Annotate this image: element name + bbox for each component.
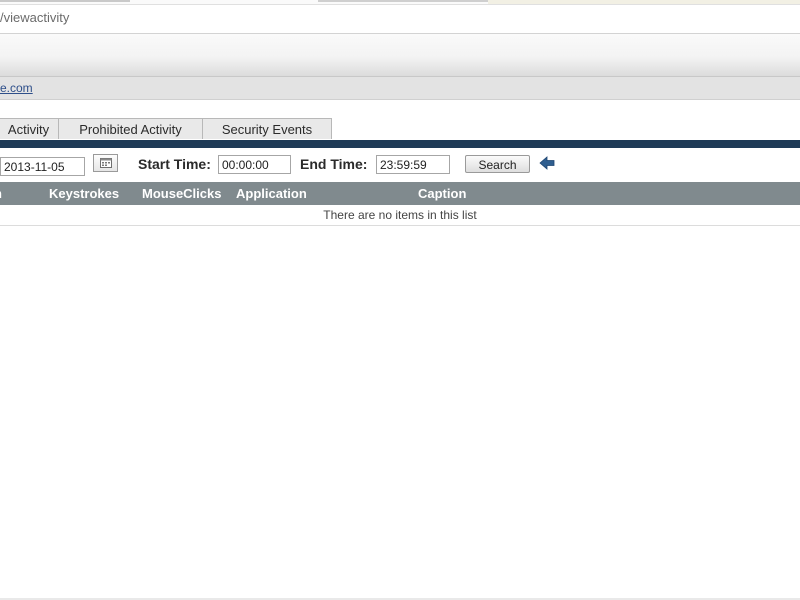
address-text: /viewactivity <box>0 10 70 25</box>
domain-link[interactable]: e.com <box>0 81 33 95</box>
browser-tab-edge <box>0 0 130 2</box>
date-input[interactable] <box>0 157 85 176</box>
end-time-label: End Time: <box>300 156 368 172</box>
tab-security-events[interactable]: Security Events <box>202 118 332 139</box>
table-header: n Keystrokes MouseClicks Application Cap… <box>0 182 800 205</box>
end-time-input[interactable] <box>376 155 450 174</box>
start-time-input[interactable] <box>218 155 291 174</box>
column-header[interactable]: n <box>0 186 2 201</box>
column-header-keystrokes[interactable]: Keystrokes <box>49 186 119 201</box>
filter-row: Start Time: End Time: Search <box>0 148 800 182</box>
search-button[interactable]: Search <box>465 155 530 173</box>
tab-activity[interactable]: Activity <box>0 118 59 139</box>
back-arrow-icon[interactable] <box>539 156 555 170</box>
browser-tab-edge <box>318 0 488 2</box>
calendar-icon <box>100 158 112 168</box>
empty-list-message: There are no items in this list <box>0 205 800 226</box>
tab-underline-bar <box>0 140 800 148</box>
start-time-label: Start Time: <box>138 156 211 172</box>
address-bar[interactable]: /viewactivity <box>0 4 800 34</box>
column-header-mouseclicks[interactable]: MouseClicks <box>142 186 221 201</box>
calendar-button[interactable] <box>93 154 118 172</box>
tab-prohibited-activity[interactable]: Prohibited Activity <box>58 118 203 139</box>
column-header-caption[interactable]: Caption <box>418 186 466 201</box>
column-header-application[interactable]: Application <box>236 186 307 201</box>
domain-bar: e.com <box>0 77 800 100</box>
browser-toolbar-band <box>0 34 800 77</box>
